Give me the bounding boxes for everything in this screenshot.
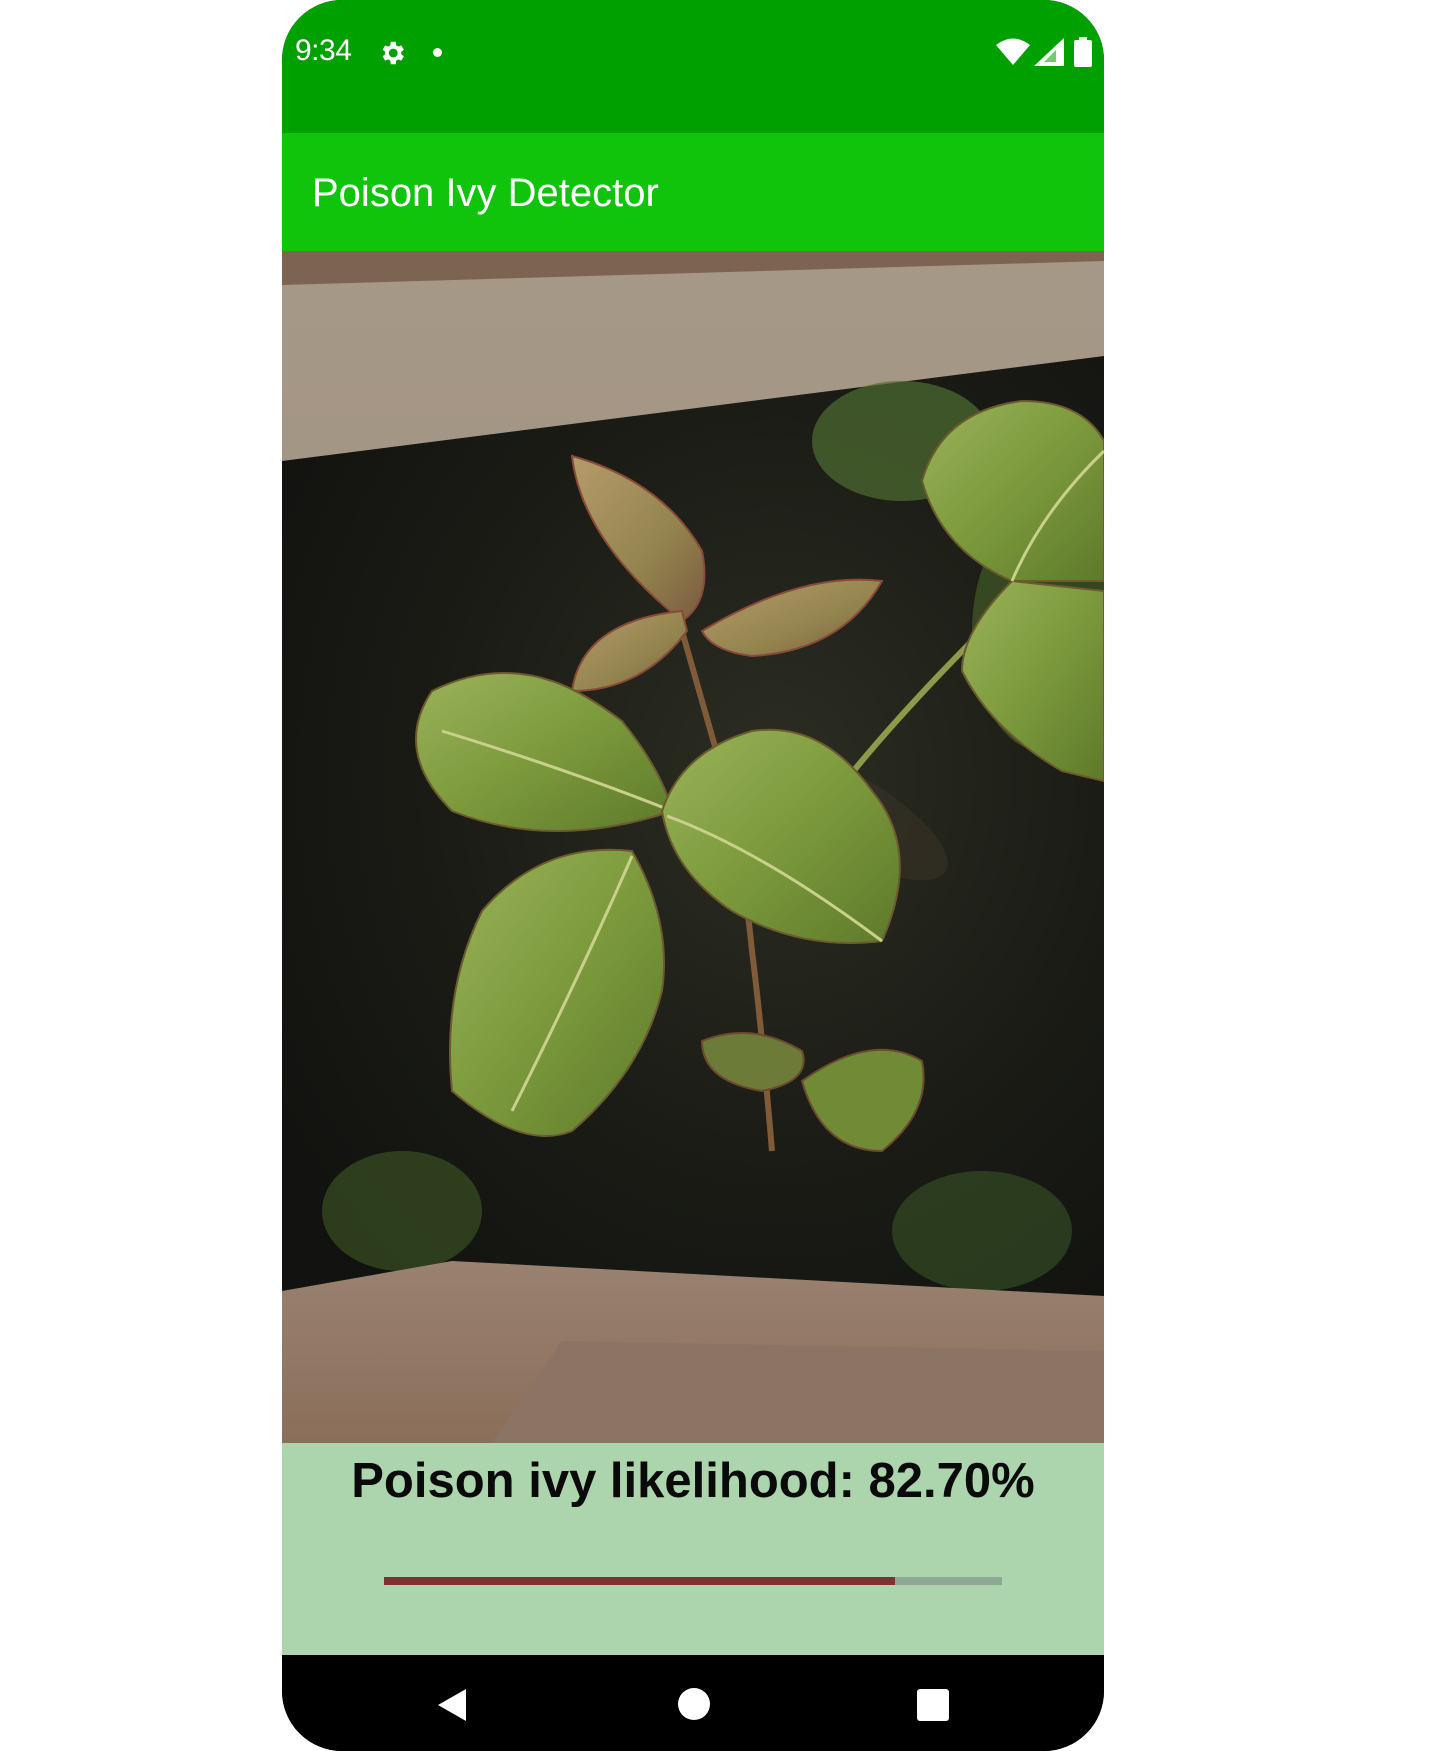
recents-icon[interactable] bbox=[917, 1689, 949, 1721]
poison-ivy-photo bbox=[282, 251, 1104, 1443]
app-title: Poison Ivy Detector bbox=[312, 171, 659, 215]
status-time: 9:34 bbox=[295, 34, 352, 67]
notification-dot-icon bbox=[433, 48, 442, 57]
battery-icon bbox=[1074, 37, 1092, 67]
status-bar: 9:34 bbox=[282, 0, 1104, 133]
navigation-bar bbox=[282, 1655, 1104, 1751]
likelihood-progress-fill bbox=[384, 1577, 896, 1585]
wifi-icon bbox=[996, 38, 1030, 65]
result-panel: Poison ivy likelihood: 82.70% bbox=[282, 1443, 1104, 1655]
likelihood-text: Poison ivy likelihood: 82.70% bbox=[351, 1454, 1035, 1508]
gear-icon bbox=[382, 41, 404, 65]
app-bar: Poison Ivy Detector bbox=[282, 133, 1104, 251]
cell-signal-icon bbox=[1034, 38, 1064, 66]
likelihood-progress-bar bbox=[384, 1577, 1002, 1585]
back-icon[interactable] bbox=[434, 1687, 470, 1723]
home-icon[interactable] bbox=[678, 1688, 710, 1720]
phone-screen: 9:34 Poison Ivy Detector Poison ivy like… bbox=[282, 0, 1104, 1751]
